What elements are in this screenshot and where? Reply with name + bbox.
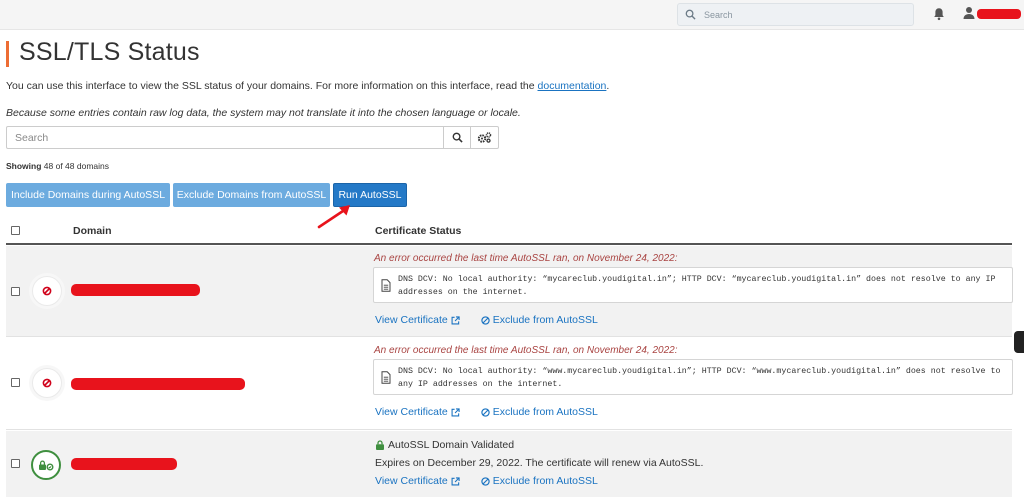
showing-label: Showing bbox=[6, 161, 42, 171]
redacted-username[interactable] bbox=[977, 9, 1021, 19]
lock-icon bbox=[376, 440, 384, 450]
domain-search-input[interactable] bbox=[6, 126, 444, 149]
table-row: An error occurred the last time AutoSSL … bbox=[6, 246, 1013, 337]
ban-icon bbox=[481, 407, 490, 417]
view-certificate-link[interactable]: View Certificate bbox=[375, 314, 460, 326]
description-text: You can use this interface to view the S… bbox=[6, 80, 538, 92]
showing-text: 48 of 48 domains bbox=[41, 161, 109, 171]
document-icon bbox=[381, 371, 391, 384]
lock-check-icon bbox=[39, 459, 54, 470]
view-certificate-link[interactable]: View Certificate bbox=[375, 475, 460, 487]
row-actions: View Certificate Exclude from AutoSSL bbox=[375, 475, 598, 487]
top-bar: Search bbox=[0, 0, 1024, 30]
expiry-message: Expires on December 29, 2022. The certif… bbox=[375, 457, 704, 469]
redacted-domain bbox=[71, 378, 245, 390]
title-accent-bar bbox=[6, 41, 9, 67]
ban-icon bbox=[481, 476, 490, 486]
view-certificate-label: View Certificate bbox=[375, 314, 448, 326]
side-panel-tab[interactable] bbox=[1014, 331, 1024, 353]
user-icon[interactable] bbox=[963, 6, 975, 20]
view-certificate-link[interactable]: View Certificate bbox=[375, 406, 460, 418]
exclude-label: Exclude from AutoSSL bbox=[492, 314, 598, 326]
view-certificate-label: View Certificate bbox=[375, 475, 448, 487]
validated-message: AutoSSL Domain Validated bbox=[375, 439, 514, 451]
exclude-from-autossl-link[interactable]: Exclude from AutoSSL bbox=[481, 314, 598, 326]
search-button[interactable] bbox=[443, 126, 471, 149]
table-row: AutoSSL Domain Validated Expires on Dece… bbox=[6, 431, 1012, 497]
row-actions: View Certificate Exclude from AutoSSL bbox=[375, 406, 598, 418]
document-icon bbox=[381, 279, 391, 292]
bell-icon[interactable] bbox=[933, 7, 945, 21]
row-checkbox[interactable] bbox=[11, 287, 20, 296]
exclude-from-autossl-link[interactable]: Exclude from AutoSSL bbox=[481, 475, 598, 487]
autossl-error-message: An error occurred the last time AutoSSL … bbox=[374, 345, 678, 356]
gears-icon bbox=[477, 132, 492, 143]
include-domains-button[interactable]: Include Domains during AutoSSL bbox=[6, 183, 170, 207]
autossl-error-message: An error occurred the last time AutoSSL … bbox=[374, 253, 678, 264]
search-settings-button[interactable] bbox=[470, 126, 499, 149]
global-search-placeholder: Search bbox=[704, 9, 733, 20]
showing-count: Showing 48 of 48 domains bbox=[6, 161, 109, 171]
error-status-badge bbox=[32, 276, 62, 306]
external-link-icon bbox=[451, 315, 460, 324]
search-icon bbox=[685, 9, 696, 20]
log-box: DNS DCV: No local authority: “www.mycare… bbox=[373, 359, 1013, 395]
page-title: SSL/TLS Status bbox=[19, 38, 200, 66]
ban-icon bbox=[42, 378, 52, 388]
select-all-checkbox[interactable] bbox=[11, 226, 20, 235]
global-search-input[interactable]: Search bbox=[677, 3, 914, 26]
search-icon bbox=[452, 132, 463, 143]
exclude-from-autossl-link[interactable]: Exclude from AutoSSL bbox=[481, 406, 598, 418]
description-suffix: . bbox=[606, 80, 610, 92]
ban-icon bbox=[42, 286, 52, 296]
log-text: DNS DCV: No local authority: “mycareclub… bbox=[398, 275, 996, 297]
log-box: DNS DCV: No local authority: “mycareclub… bbox=[373, 267, 1013, 303]
log-text: DNS DCV: No local authority: “www.mycare… bbox=[398, 367, 1001, 389]
view-certificate-label: View Certificate bbox=[375, 406, 448, 418]
external-link-icon bbox=[451, 407, 460, 416]
validated-text: AutoSSL Domain Validated bbox=[388, 439, 515, 451]
exclude-label: Exclude from AutoSSL bbox=[492, 406, 598, 418]
redacted-domain bbox=[71, 284, 200, 296]
ban-icon bbox=[481, 315, 490, 325]
raw-log-note: Because some entries contain raw log dat… bbox=[6, 107, 521, 119]
error-status-badge bbox=[32, 368, 62, 398]
row-checkbox[interactable] bbox=[11, 459, 20, 468]
table-header: Domain Certificate Status bbox=[6, 220, 1012, 245]
redacted-domain bbox=[71, 458, 177, 470]
validated-status-badge bbox=[31, 450, 61, 480]
external-link-icon bbox=[451, 476, 460, 485]
documentation-link[interactable]: documentation bbox=[538, 80, 607, 92]
page-description: You can use this interface to view the S… bbox=[6, 80, 609, 92]
row-checkbox[interactable] bbox=[11, 378, 20, 387]
row-actions: View Certificate Exclude from AutoSSL bbox=[375, 314, 598, 326]
status-column-header[interactable]: Certificate Status bbox=[375, 225, 461, 237]
exclude-label: Exclude from AutoSSL bbox=[492, 475, 598, 487]
domain-column-header[interactable]: Domain bbox=[73, 225, 112, 237]
exclude-domains-button[interactable]: Exclude Domains from AutoSSL bbox=[173, 183, 330, 207]
table-row: An error occurred the last time AutoSSL … bbox=[6, 338, 1013, 430]
